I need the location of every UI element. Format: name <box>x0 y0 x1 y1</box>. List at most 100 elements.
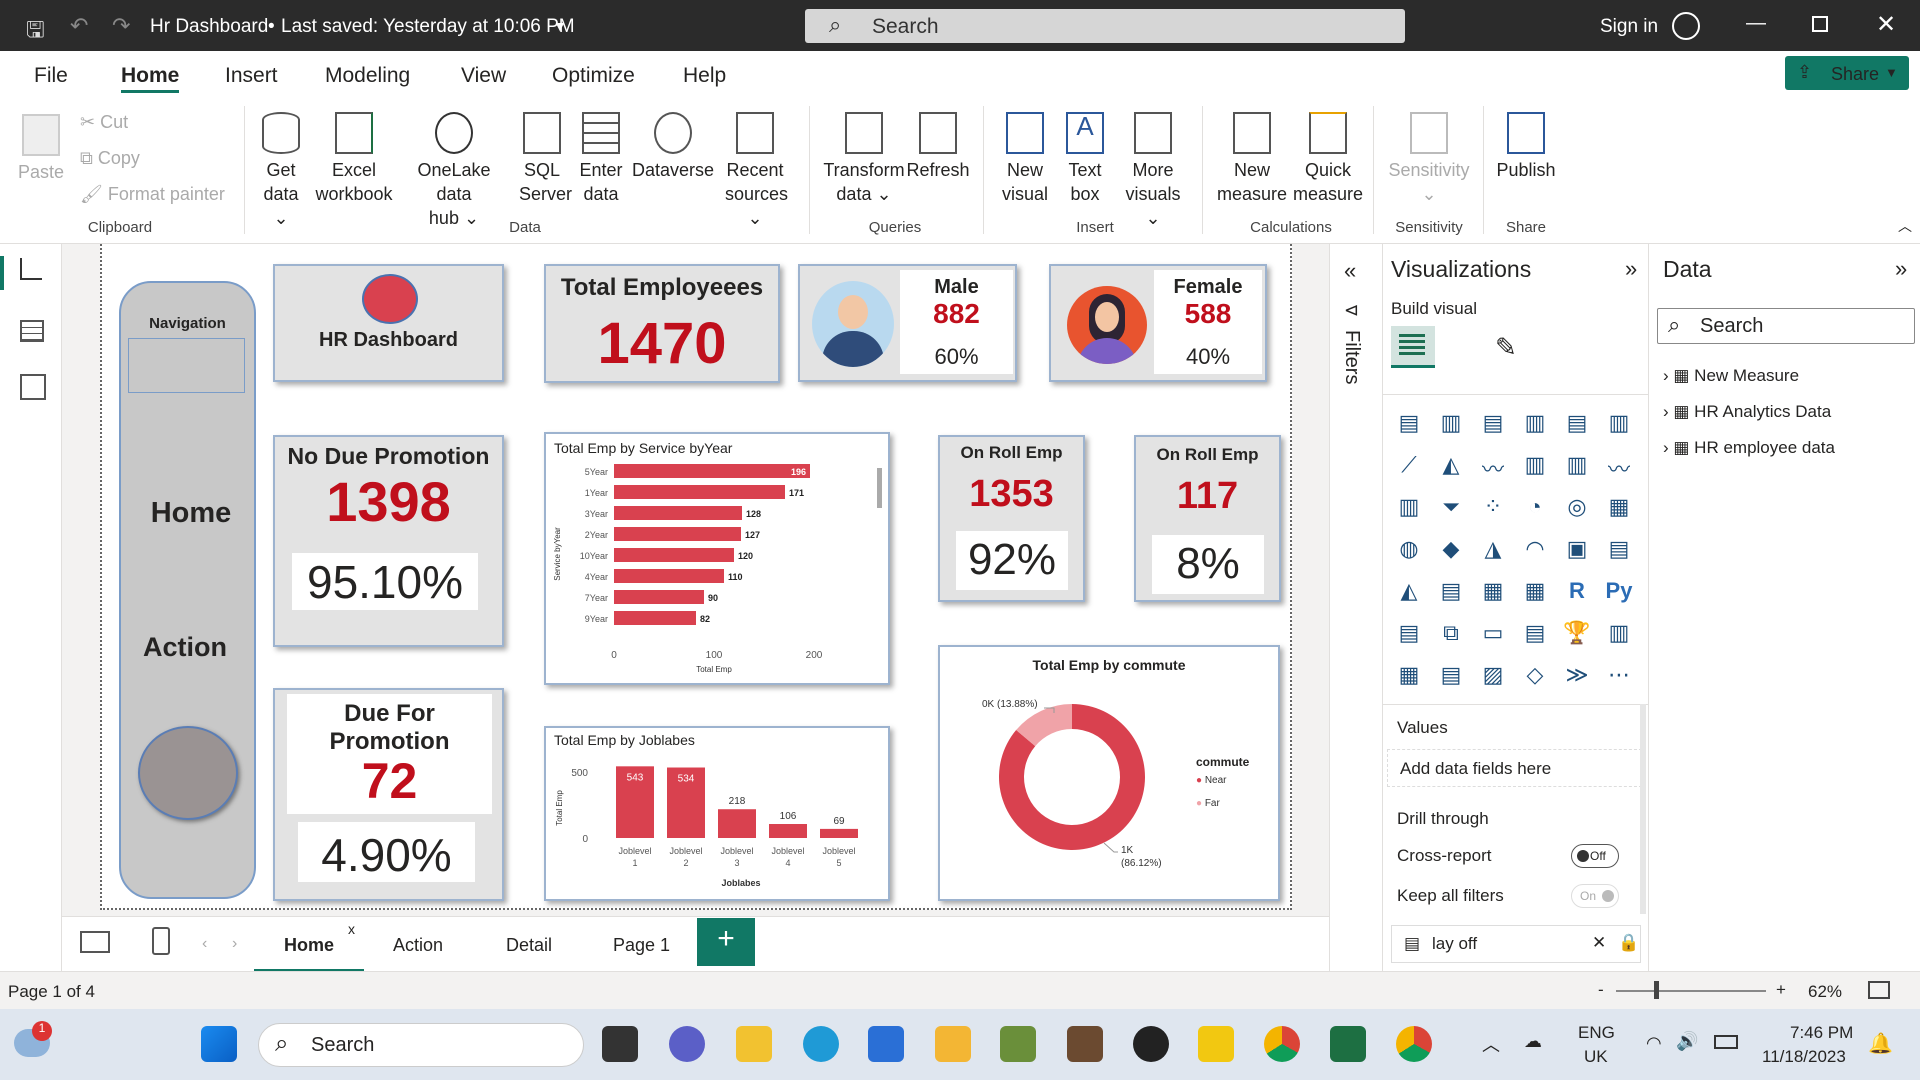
more-visuals-button[interactable]: More visuals ⌄ <box>1120 112 1186 230</box>
cut-button[interactable]: ✂ Cut <box>80 112 128 133</box>
account-icon[interactable] <box>1672 12 1700 40</box>
field-item-new-measure[interactable]: › ▦ New Measure <box>1663 366 1799 386</box>
ribbon-chart-icon[interactable]: ▥ <box>1563 452 1591 480</box>
qa-icon[interactable]: ▭ <box>1479 620 1507 648</box>
treemap-icon[interactable]: ▦ <box>1605 494 1633 522</box>
collapse-data-icon[interactable]: » <box>1895 256 1907 282</box>
tab-page-1[interactable]: Page 1 <box>613 935 670 956</box>
power-apps-icon[interactable]: ◇ <box>1521 662 1549 690</box>
menu-view[interactable]: View <box>461 64 506 88</box>
report-view-icon[interactable] <box>20 258 42 280</box>
undo-icon[interactable]: ↶ <box>70 13 88 39</box>
funnel-icon[interactable]: ⏷ <box>1437 494 1465 522</box>
task-view-icon[interactable] <box>602 1026 638 1062</box>
tab-home[interactable]: Home x <box>254 917 364 972</box>
chevron-down-icon[interactable]: ▼ <box>553 18 567 34</box>
pie-chart-icon[interactable]: ◔ <box>1521 494 1549 522</box>
store-icon[interactable] <box>868 1026 904 1062</box>
collapse-viz-icon[interactable]: » <box>1625 256 1637 282</box>
decomposition-tree-icon[interactable]: ⧉ <box>1437 620 1465 648</box>
tab-action[interactable]: Action <box>393 935 443 956</box>
excel-icon[interactable] <box>1330 1026 1366 1062</box>
cross-report-toggle[interactable]: Off <box>1571 844 1619 868</box>
legend-far[interactable]: ● Far <box>1196 798 1220 809</box>
paginated-report-icon[interactable]: ▥ <box>1605 620 1633 648</box>
save-icon[interactable]: 🖫 <box>26 13 45 51</box>
scatter-icon[interactable]: ⁘ <box>1479 494 1507 522</box>
search-input[interactable]: ⌕ Search <box>805 9 1405 43</box>
keep-filters-toggle[interactable]: On <box>1571 884 1619 908</box>
menu-modeling[interactable]: Modeling <box>325 64 410 88</box>
stacked-column-icon[interactable]: ▥ <box>1437 410 1465 438</box>
expand-filters-icon[interactable]: « <box>1344 258 1356 284</box>
clock-time[interactable]: 7:46 PM <box>1790 1023 1853 1043</box>
matrix-icon[interactable]: ▦ <box>1521 578 1549 606</box>
game-icon[interactable] <box>1000 1026 1036 1062</box>
app-icon[interactable] <box>1133 1026 1169 1062</box>
goals-icon[interactable]: 🏆 <box>1563 620 1591 648</box>
dataverse-button[interactable]: Dataverse <box>632 112 714 182</box>
collapse-ribbon-icon[interactable]: ︿ <box>1898 216 1912 236</box>
recent-sources-button[interactable]: Recent sources ⌄ <box>725 112 788 230</box>
wifi-icon[interactable]: ◠ <box>1646 1033 1662 1054</box>
stacked-area-icon[interactable]: 〰 <box>1479 452 1507 482</box>
text-box-button[interactable]: A Text box <box>1060 112 1110 206</box>
100-column-icon[interactable]: ▥ <box>1605 410 1633 438</box>
notification-bell-icon[interactable]: 🔔 <box>1868 1031 1893 1056</box>
legend-near[interactable]: ● Near <box>1196 775 1227 786</box>
publish-button[interactable]: Publish <box>1492 112 1560 182</box>
zoom-in-icon[interactable]: + <box>1776 980 1786 1000</box>
menu-home[interactable]: Home <box>121 64 179 88</box>
menu-insert[interactable]: Insert <box>225 64 278 88</box>
narrative-icon[interactable]: ▤ <box>1521 620 1549 648</box>
weather-icon[interactable]: 1 <box>14 1021 52 1057</box>
waterfall-icon[interactable]: ▥ <box>1395 494 1423 522</box>
multi-row-card-icon[interactable]: ▤ <box>1605 536 1633 564</box>
filled-map-icon[interactable]: ◆ <box>1437 536 1465 564</box>
field-item-hr-analytics[interactable]: › ▦ HR Analytics Data <box>1663 402 1831 422</box>
commute-chart[interactable]: Total Emp by commute 0K (13.88%) 1K (86.… <box>938 645 1280 901</box>
cloud-icon[interactable]: ☁ <box>1524 1031 1542 1052</box>
stacked-bar-icon[interactable]: ▤ <box>1395 410 1423 438</box>
nav-action-button[interactable]: Action <box>121 632 249 663</box>
model-view-icon[interactable] <box>20 374 46 400</box>
format-painter-button[interactable]: 🖌 Format painter <box>80 184 225 205</box>
combo-chart-icon[interactable]: 〰 <box>1605 452 1633 482</box>
format-visual-icon[interactable]: ✎ <box>1495 332 1517 363</box>
area-chart-icon[interactable]: ◭ <box>1437 452 1465 480</box>
card-icon[interactable]: ▣ <box>1563 536 1591 564</box>
nav-circle-button[interactable] <box>138 726 238 820</box>
minimize-icon[interactable]: — <box>1746 12 1766 35</box>
clustered-column-icon[interactable]: ▥ <box>1521 410 1549 438</box>
arcgis-icon[interactable]: ▨ <box>1479 662 1507 690</box>
zoom-slider[interactable] <box>1616 990 1766 992</box>
python-visual-icon[interactable]: Py <box>1605 578 1633 606</box>
kpi-icon[interactable]: ◭ <box>1395 578 1423 606</box>
share-button[interactable]: ⇪ Share ▼ <box>1785 56 1909 90</box>
map-icon[interactable]: ◍ <box>1395 536 1423 564</box>
menu-help[interactable]: Help <box>683 64 726 88</box>
scrollbar-thumb[interactable] <box>877 468 882 508</box>
language-code[interactable]: ENG <box>1578 1023 1615 1043</box>
transform-data-button[interactable]: Transform data ⌄ <box>822 112 906 206</box>
menu-optimize[interactable]: Optimize <box>552 64 635 88</box>
sign-in-link[interactable]: Sign in <box>1600 16 1658 38</box>
new-measure-button[interactable]: New measure <box>1214 112 1290 206</box>
chrome-icon[interactable] <box>1396 1026 1432 1062</box>
chevron-up-icon[interactable]: ︿ <box>1482 1031 1500 1057</box>
mobile-layout-icon[interactable] <box>152 927 170 955</box>
r-visual-icon[interactable]: R <box>1563 578 1591 606</box>
joblevel-chart[interactable]: Total Emp by Joblabes 0 500 543 Joblevel 1 53… <box>544 726 890 901</box>
zoom-out-icon[interactable]: - <box>1598 980 1604 1000</box>
edge-icon[interactable] <box>803 1026 839 1062</box>
next-page-icon[interactable]: › <box>232 935 237 953</box>
close-icon[interactable]: ✕ <box>1876 10 1896 39</box>
gauge-icon[interactable]: ◠ <box>1521 536 1549 564</box>
copy-button[interactable]: ⧉ Copy <box>80 148 140 169</box>
sensitivity-button[interactable]: Sensitivity ⌄ <box>1384 112 1474 206</box>
enter-data-button[interactable]: Enter data <box>578 112 624 206</box>
prev-page-icon[interactable]: ‹ <box>202 935 207 953</box>
quick-measure-button[interactable]: Quick measure <box>1290 112 1366 206</box>
line-column-icon[interactable]: ▥ <box>1521 452 1549 480</box>
refresh-button[interactable]: Refresh <box>906 112 970 182</box>
